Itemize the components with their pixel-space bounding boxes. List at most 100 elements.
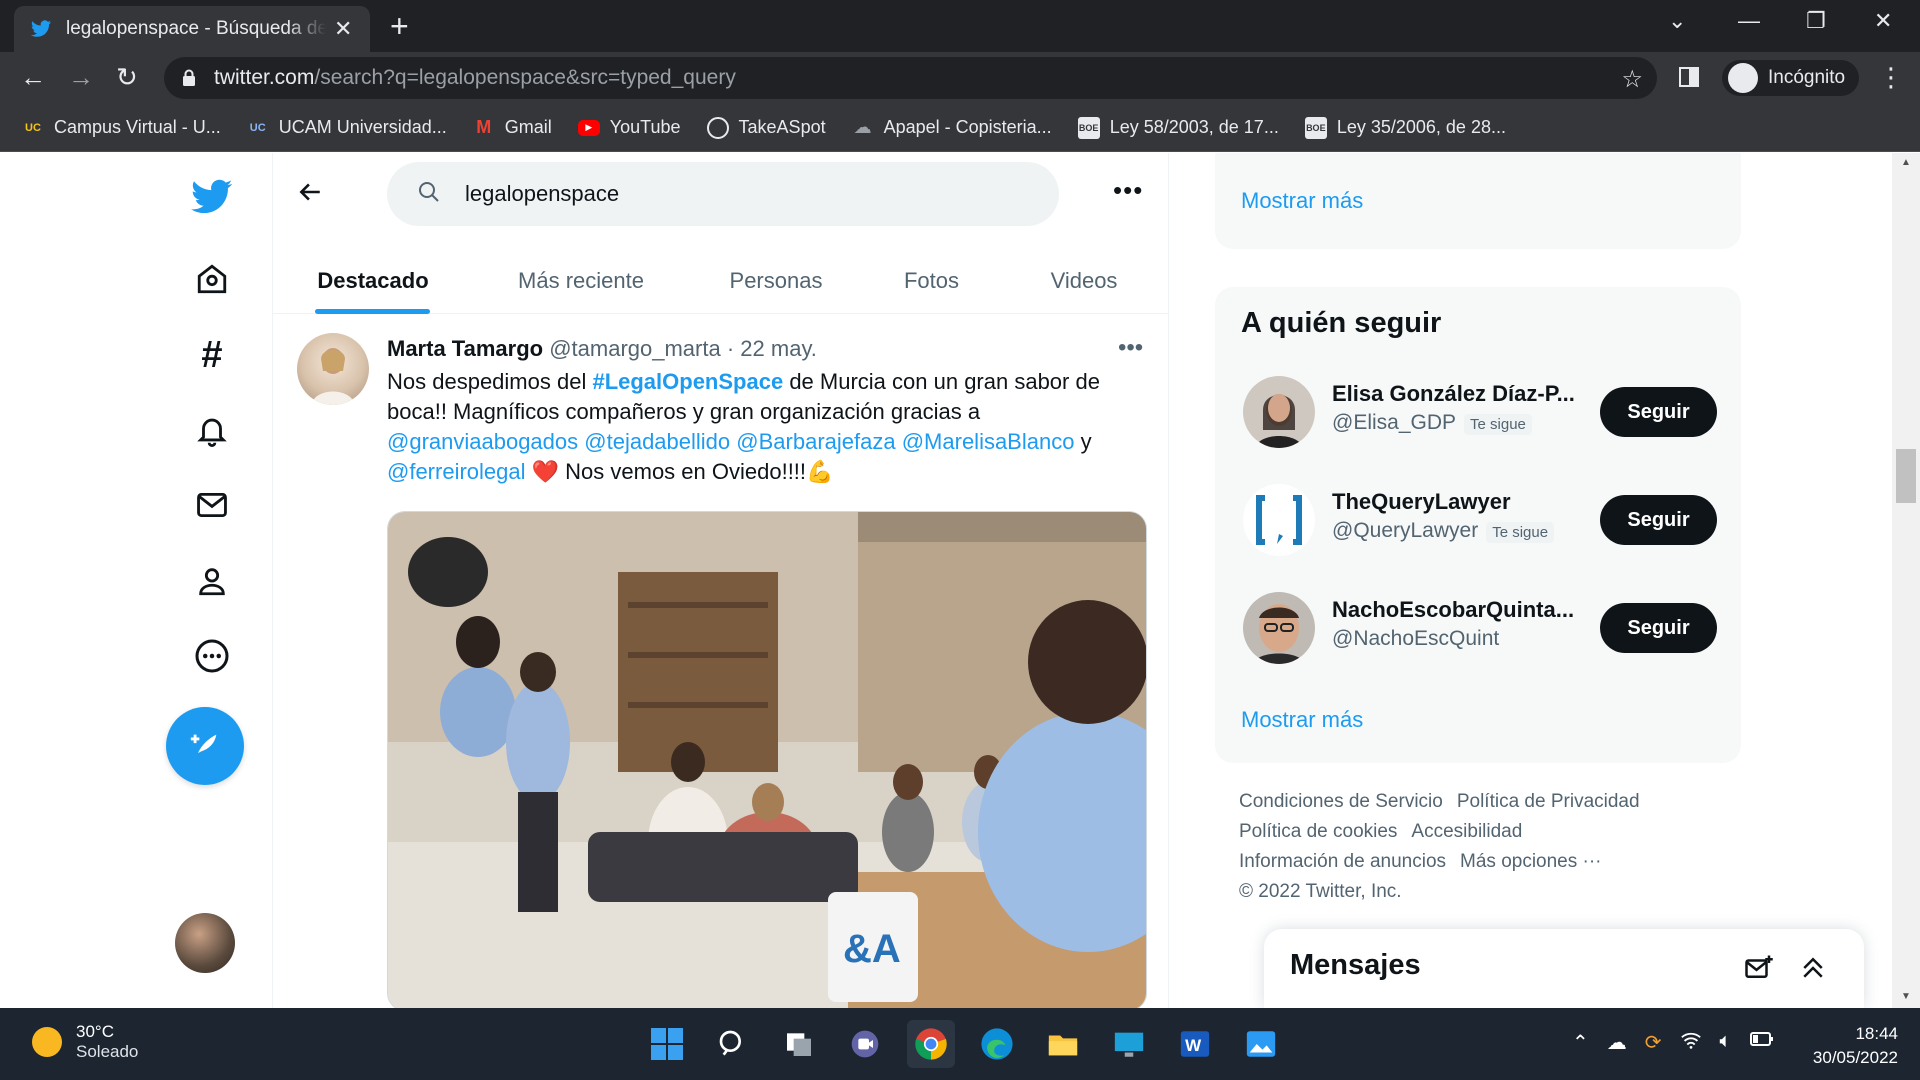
suggestion-name[interactable]: NachoEscobarQuinta... xyxy=(1332,597,1578,623)
tab-personas[interactable]: Personas xyxy=(689,248,863,314)
trends-show-more-link[interactable]: Mostrar más xyxy=(1241,188,1363,214)
task-view-icon[interactable] xyxy=(775,1020,823,1068)
address-bar[interactable]: twitter.com/search?q=legalopenspace&src=… xyxy=(164,57,1657,99)
onedrive-cloud-icon[interactable]: ☁ xyxy=(1607,1030,1627,1056)
hashtag-link[interactable]: #LegalOpenSpace xyxy=(592,369,783,394)
scroll-up-icon[interactable]: ▲ xyxy=(1901,157,1911,168)
back-arrow-icon[interactable] xyxy=(297,179,323,210)
volume-icon[interactable]: 🔈︎ xyxy=(1720,1030,1732,1056)
bookmark-gmail[interactable]: M Gmail xyxy=(473,117,552,139)
photos-icon[interactable] xyxy=(1237,1020,1285,1068)
suggestion-name[interactable]: Elisa González Díaz-P... xyxy=(1332,381,1578,407)
new-tab-button[interactable]: + xyxy=(390,8,409,45)
tweet-author-avatar[interactable] xyxy=(297,333,369,405)
restore-icon[interactable]: ❐ xyxy=(1806,8,1826,34)
twitter-logo-icon[interactable] xyxy=(186,171,238,223)
taskbar-clock[interactable]: 18:44 30/05/2022 xyxy=(1813,1022,1898,1070)
tweet-date[interactable]: 22 may. xyxy=(740,336,817,361)
hashtag-explore-icon[interactable]: # xyxy=(186,329,238,381)
search-taskbar-icon[interactable] xyxy=(709,1020,757,1068)
bookmark-ley-35[interactable]: BOE Ley 35/2006, de 28... xyxy=(1304,116,1506,139)
wifi-icon[interactable] xyxy=(1680,1030,1702,1056)
follow-suggestion[interactable]: NachoEscobarQuinta... @NachoEscQuint Seg… xyxy=(1215,577,1741,677)
tweet-author-handle[interactable]: @tamargo_marta xyxy=(549,336,721,361)
browser-tab[interactable]: legalopenspace - Búsqueda de Twitter ✕ xyxy=(14,6,370,52)
weather-widget[interactable]: 30°C Soleado xyxy=(32,1022,138,1062)
word-icon[interactable]: W xyxy=(1171,1020,1219,1068)
back-icon[interactable]: ← xyxy=(20,62,46,93)
suggestion-avatar[interactable] xyxy=(1243,484,1315,556)
teams-chat-icon[interactable] xyxy=(841,1020,889,1068)
mention-link[interactable]: @ferreirolegal xyxy=(387,459,526,484)
show-hidden-icons-icon[interactable]: ⌃ xyxy=(1572,1030,1589,1056)
tab-search-icon[interactable]: ⌄ xyxy=(1668,8,1686,34)
suggestion-name[interactable]: TheQueryLawyer xyxy=(1332,489,1578,515)
footer-more-options[interactable]: Más opciones ··· xyxy=(1460,851,1602,872)
page-scrollbar[interactable]: ▲ ▼ xyxy=(1892,153,1920,1008)
reload-icon[interactable]: ↻ xyxy=(116,62,138,93)
bookmark-apapel[interactable]: ☁ Apapel - Copisteria... xyxy=(852,117,1052,139)
mention-link[interactable]: @granviaabogados xyxy=(387,429,578,454)
profile-icon[interactable] xyxy=(186,555,238,607)
tab-videos[interactable]: Videos xyxy=(1000,248,1168,314)
footer-link[interactable]: Información de anuncios xyxy=(1239,851,1446,872)
tab-destacado[interactable]: Destacado xyxy=(273,248,473,314)
follow-show-more-link[interactable]: Mostrar más xyxy=(1241,707,1363,733)
chrome-taskbar-icon[interactable] xyxy=(907,1020,955,1068)
minimize-icon[interactable]: — xyxy=(1738,8,1760,34)
scrollbar-thumb[interactable] xyxy=(1896,449,1916,503)
suggestion-avatar[interactable] xyxy=(1243,376,1315,448)
tweet-more-icon[interactable]: ••• xyxy=(1118,334,1143,362)
messages-drawer[interactable]: Mensajes xyxy=(1264,929,1864,1008)
incognito-profile-button[interactable]: Incógnito xyxy=(1722,60,1860,96)
close-window-icon[interactable]: ✕ xyxy=(1874,8,1892,34)
bookmark-youtube[interactable]: ▶ YouTube xyxy=(577,117,681,138)
follow-button[interactable]: Seguir xyxy=(1600,603,1717,653)
explore-home-icon[interactable] xyxy=(186,253,238,305)
follow-button[interactable]: Seguir xyxy=(1600,495,1717,545)
mention-link[interactable]: @tejadabellido xyxy=(584,429,730,454)
mention-link[interactable]: @MarelisaBlanco xyxy=(902,429,1075,454)
bookmark-campus-virtual[interactable]: UC Campus Virtual - U... xyxy=(22,117,221,139)
suggestion-avatar[interactable] xyxy=(1243,592,1315,664)
bookmark-takeaspot[interactable]: TakeASpot xyxy=(706,116,826,139)
scroll-down-icon[interactable]: ▼ xyxy=(1901,991,1911,1002)
search-options-icon[interactable]: ••• xyxy=(1113,175,1143,206)
lock-icon[interactable] xyxy=(182,69,196,87)
tweet-photo[interactable]: &A xyxy=(387,511,1147,1008)
expand-drawer-icon[interactable] xyxy=(1798,953,1828,988)
footer-link[interactable]: Política de cookies xyxy=(1239,821,1397,842)
edge-icon[interactable] xyxy=(973,1020,1021,1068)
follow-suggestion[interactable]: TheQueryLawyer @QueryLawyer Te sigue Segu… xyxy=(1215,469,1741,569)
suggestion-handle-line: @QueryLawyer Te sigue xyxy=(1332,519,1555,543)
footer-link[interactable]: Accesibilidad xyxy=(1411,821,1522,842)
footer-link[interactable]: Condiciones de Servicio xyxy=(1239,791,1443,812)
chrome-menu-icon[interactable]: ⋮ xyxy=(1878,62,1904,93)
windows-start-icon[interactable] xyxy=(643,1020,691,1068)
forward-icon[interactable]: → xyxy=(68,62,94,93)
side-panel-icon[interactable] xyxy=(1678,64,1700,95)
remote-desktop-icon[interactable] xyxy=(1105,1020,1153,1068)
footer-link[interactable]: Política de Privacidad xyxy=(1457,791,1640,812)
follow-button[interactable]: Seguir xyxy=(1600,387,1717,437)
follow-suggestion[interactable]: Elisa González Díaz-P... @Elisa_GDP Te si… xyxy=(1215,361,1741,461)
more-options-icon[interactable] xyxy=(186,630,238,682)
tweet-author-name[interactable]: Marta Tamargo xyxy=(387,336,543,361)
bookmark-star-icon[interactable]: ☆ xyxy=(1621,65,1643,94)
mention-link[interactable]: @Barbarajefaza xyxy=(736,429,895,454)
file-explorer-icon[interactable] xyxy=(1039,1020,1087,1068)
compose-tweet-button[interactable] xyxy=(166,707,244,785)
close-tab-icon[interactable]: ✕ xyxy=(334,16,352,42)
tab-mas-reciente[interactable]: Más reciente xyxy=(473,248,689,314)
messages-envelope-icon[interactable] xyxy=(186,479,238,531)
account-avatar[interactable] xyxy=(175,913,235,973)
bookmark-ucam[interactable]: UC UCAM Universidad... xyxy=(247,117,447,139)
new-message-icon[interactable] xyxy=(1744,953,1774,988)
footer-links: Condiciones de Servicio Política de Priva… xyxy=(1239,787,1699,907)
battery-icon[interactable] xyxy=(1749,1030,1774,1056)
bookmark-ley-58[interactable]: BOE Ley 58/2003, de 17... xyxy=(1077,116,1279,139)
sync-icon[interactable]: ⟳ xyxy=(1645,1030,1662,1056)
notifications-bell-icon[interactable] xyxy=(186,404,238,456)
tab-fotos[interactable]: Fotos xyxy=(863,248,1000,314)
search-input[interactable]: legalopenspace xyxy=(387,162,1059,226)
